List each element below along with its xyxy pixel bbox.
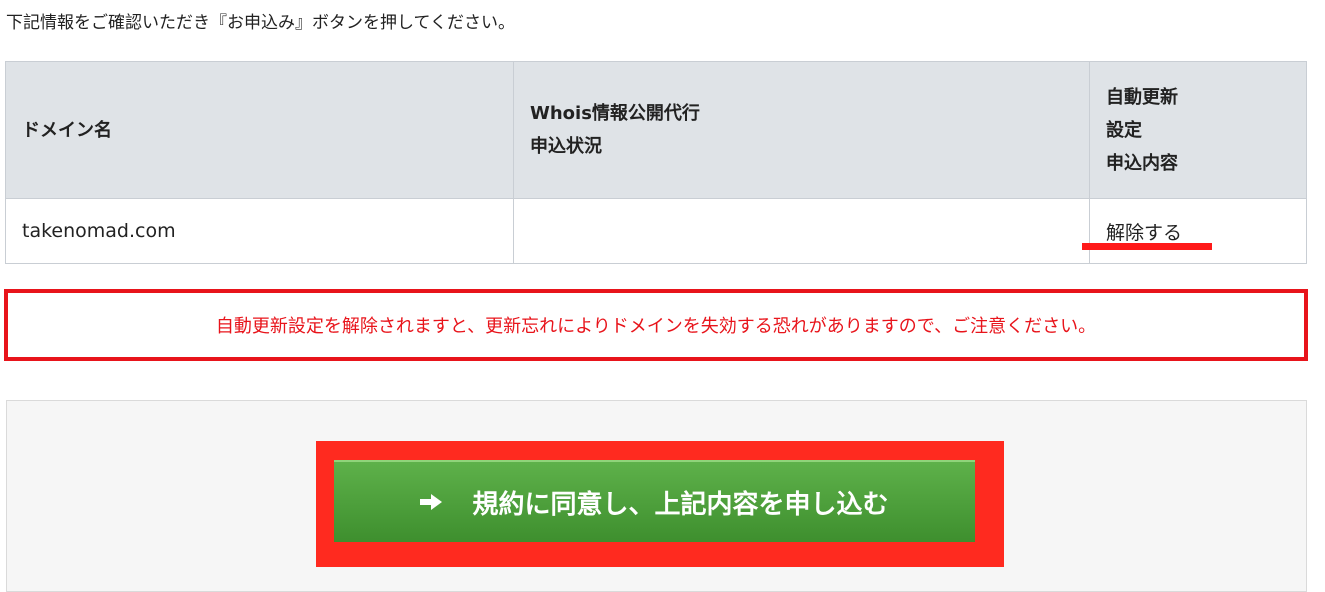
cell-domain: takenomad.com [5,198,514,264]
apply-button-label: 規約に同意し、上記内容を申し込む [472,489,889,520]
header-whois-line1: Whois情報公開代行 [530,103,700,124]
confirmation-table: ドメイン名 Whois情報公開代行 申込状況 自動更新 設定 申込内容 take… [5,61,1307,264]
header-domain-name: ドメイン名 [5,61,514,199]
header-renew-line3: 申込内容 [1106,152,1178,174]
table-row: takenomad.com 解除する [5,198,1307,264]
intro-text: 下記情報をご確認いただき『お申込み』ボタンを押してください。 [6,13,515,33]
header-renew-line2: 設定 [1106,119,1142,141]
header-whois-line2: 申込状況 [530,136,602,157]
table-header-row: ドメイン名 Whois情報公開代行 申込状況 自動更新 設定 申込内容 [5,61,1307,199]
arrow-right-icon [420,487,443,517]
header-whois-status: Whois情報公開代行 申込状況 [513,61,1090,199]
auto-renew-value: 解除する [1106,221,1183,244]
action-panel: 規約に同意し、上記内容を申し込む [6,400,1307,592]
highlight-underline [1082,243,1212,250]
header-renew-line1: 自動更新 [1106,86,1178,108]
button-highlight-frame: 規約に同意し、上記内容を申し込む [316,441,1004,567]
apply-button[interactable]: 規約に同意し、上記内容を申し込む [334,460,975,542]
cell-auto-renew: 解除する [1082,198,1307,264]
warning-box: 自動更新設定を解除されますと、更新忘れによりドメインを失効する恐れがありますので… [4,289,1308,361]
header-domain-label: ドメイン名 [22,119,112,141]
cell-whois-status [513,198,1090,264]
warning-text: 自動更新設定を解除されますと、更新忘れによりドメインを失効する恐れがありますので… [215,316,1097,337]
header-auto-renew: 自動更新 設定 申込内容 [1089,61,1307,199]
